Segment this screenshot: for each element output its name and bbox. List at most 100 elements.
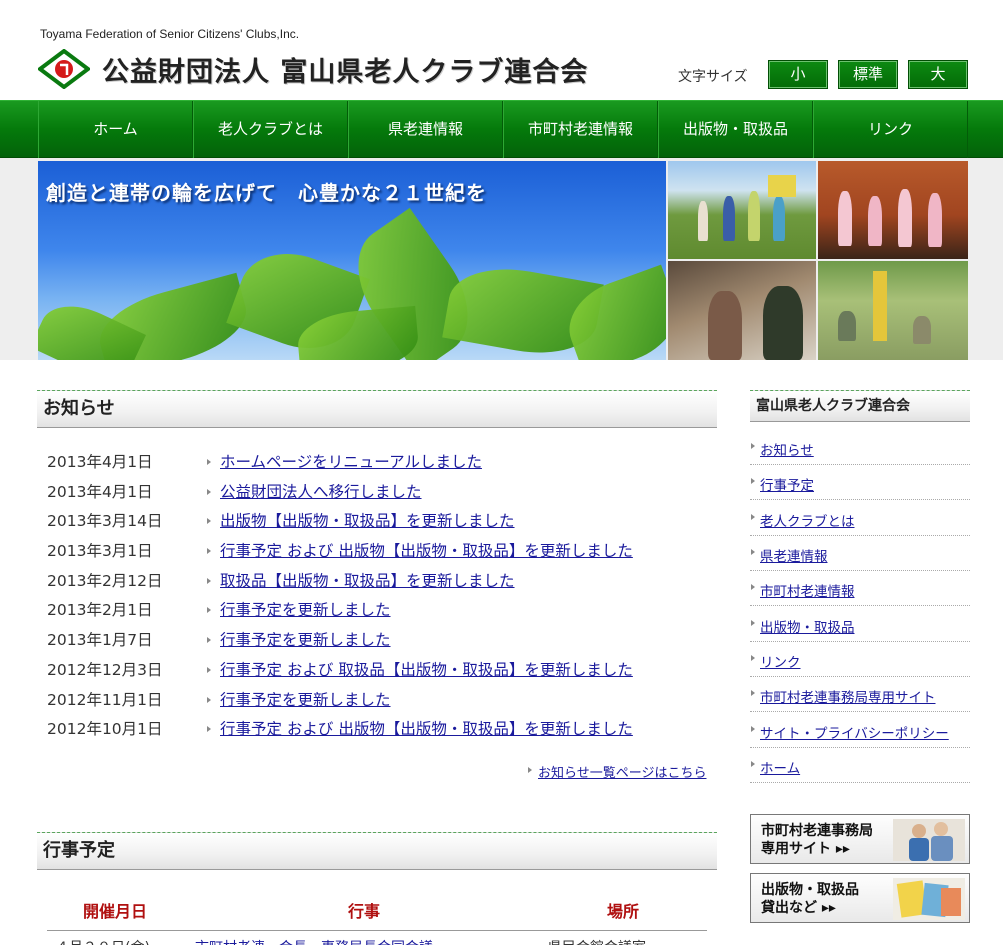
- news-date: 2013年4月1日: [47, 453, 153, 471]
- sidebar-item-privacy-policy[interactable]: サイト・プライバシーポリシー: [750, 713, 970, 748]
- font-size-standard-button[interactable]: 標準: [838, 60, 898, 89]
- green-diamond-logo-icon[interactable]: [36, 48, 92, 90]
- events-header-divider: [47, 930, 707, 931]
- news-date: 2013年1月7日: [47, 631, 153, 649]
- sidebar-item-label[interactable]: 老人クラブとは: [760, 510, 855, 530]
- parade-photo: [668, 161, 816, 259]
- font-size-large-button[interactable]: 大: [908, 60, 968, 89]
- org-name-japanese[interactable]: 公益財団法人 富山県老人クラブ連合会: [102, 50, 588, 89]
- arrow-right-icon: [207, 697, 211, 703]
- arrow-right-icon: [207, 726, 211, 732]
- news-link[interactable]: 公益財団法人へ移行しました: [220, 481, 422, 503]
- arrow-right-icon: [528, 767, 532, 773]
- sidebar-item-label[interactable]: サイト・プライバシーポリシー: [760, 722, 949, 742]
- sidebar-item-label[interactable]: 出版物・取扱品: [760, 616, 855, 636]
- nav-item-municipal-info[interactable]: 市町村老連情報: [503, 101, 658, 159]
- site-header: Toyama Federation of Senior Citizens' Cl…: [0, 0, 1003, 100]
- sidebar-item-prefecture-info[interactable]: 県老連情報: [750, 536, 970, 571]
- arrow-right-icon: [751, 726, 755, 732]
- news-link[interactable]: 行事予定 および 取扱品【出版物・取扱品】を更新しました: [220, 659, 633, 681]
- sidebar-item-label[interactable]: 市町村老連事務局専用サイト: [760, 686, 936, 706]
- nav-item-home[interactable]: ホーム: [38, 101, 193, 159]
- font-size-small-button[interactable]: 小: [768, 60, 828, 89]
- elderly-meeting-photo: [668, 261, 816, 360]
- events-col-date: 開催月日: [83, 902, 148, 921]
- sidebar-item-municipal-info[interactable]: 市町村老連情報: [750, 571, 970, 606]
- arrow-right-icon: [751, 690, 755, 696]
- arrow-right-icon: [751, 620, 755, 626]
- news-date: 2013年4月1日: [47, 483, 153, 501]
- news-link[interactable]: ホームページをリニューアルしました: [220, 451, 482, 473]
- municipal-office-site-banner[interactable]: 市町村老連事務局 専用サイト ▸▸: [750, 814, 970, 864]
- news-date: 2012年10月1日: [47, 720, 163, 738]
- cleanup-activity-photo: [818, 261, 968, 360]
- news-date: 2013年3月14日: [47, 512, 163, 530]
- arrow-right-icon: [751, 584, 755, 590]
- sidebar-item-events[interactable]: 行事予定: [750, 465, 970, 500]
- arrow-right-icon: [207, 637, 211, 643]
- elderly-couple-photo-icon: [893, 819, 965, 861]
- arrow-right-icon: [751, 443, 755, 449]
- dance-photo: [818, 161, 968, 259]
- arrow-right-icon: [207, 518, 211, 524]
- font-size-label: 文字サイズ: [678, 69, 748, 85]
- sidebar-item-home[interactable]: ホーム: [750, 748, 970, 783]
- news-section-title: お知らせ: [37, 390, 717, 428]
- sidebar-item-publications[interactable]: 出版物・取扱品: [750, 607, 970, 642]
- sidebar-item-news[interactable]: お知らせ: [750, 430, 970, 465]
- arrow-right-icon: [207, 607, 211, 613]
- arrow-right-icon: [751, 478, 755, 484]
- hero-banner: 創造と連帯の輪を広げて 心豊かな２１世紀を: [0, 158, 1003, 360]
- nav-item-about[interactable]: 老人クラブとは: [193, 101, 348, 159]
- sidebar-item-label[interactable]: ホーム: [760, 757, 800, 777]
- news-link[interactable]: 行事予定 および 出版物【出版物・取扱品】を更新しました: [220, 540, 633, 562]
- sidebar-item-about[interactable]: 老人クラブとは: [750, 501, 970, 536]
- news-link[interactable]: 取扱品【出版物・取扱品】を更新しました: [220, 570, 515, 592]
- banner-label: 市町村老連事務局 専用サイト ▸▸: [761, 823, 873, 857]
- org-name-english: Toyama Federation of Senior Citizens' Cl…: [40, 27, 300, 41]
- event-date: ４月２０日(金): [55, 937, 150, 945]
- global-nav: ホーム 老人クラブとは 県老連情報 市町村老連情報 出版物・取扱品 リンク: [0, 100, 1003, 159]
- hero-slogan: 創造と連帯の輪を広げて 心豊かな２１世紀を: [46, 181, 487, 205]
- arrow-right-icon: [751, 761, 755, 767]
- events-section-title: 行事予定: [37, 832, 717, 870]
- sidebar-item-label[interactable]: リンク: [760, 651, 801, 671]
- news-link[interactable]: 行事予定を更新しました: [220, 629, 391, 651]
- event-place: 県民会館会議室: [548, 937, 646, 945]
- hero-leaves-image: 創造と連帯の輪を広げて 心豊かな２１世紀を: [38, 161, 666, 360]
- publications-lending-banner[interactable]: 出版物・取扱品 貸出など ▸▸: [750, 873, 970, 923]
- news-link[interactable]: 行事予定 および 出版物【出版物・取扱品】を更新しました: [220, 718, 633, 740]
- news-link[interactable]: 出版物【出版物・取扱品】を更新しました: [220, 510, 515, 532]
- nav-item-prefecture-info[interactable]: 県老連情報: [348, 101, 503, 159]
- events-col-event: 行事: [348, 902, 381, 921]
- news-date: 2013年3月1日: [47, 542, 153, 560]
- news-more-link[interactable]: お知らせ一覧ページはこちら: [538, 762, 706, 781]
- event-link[interactable]: 市町村老連 会長・事務局長合同会議: [195, 937, 433, 945]
- sidebar-item-label[interactable]: お知らせ: [760, 439, 814, 459]
- arrow-right-icon: [751, 514, 755, 520]
- sidebar-item-label[interactable]: 県老連情報: [760, 545, 828, 565]
- news-link[interactable]: 行事予定を更新しました: [220, 599, 391, 621]
- arrow-right-icon: [751, 549, 755, 555]
- banner-label: 出版物・取扱品 貸出など ▸▸: [761, 882, 859, 916]
- arrow-right-icon: [207, 548, 211, 554]
- news-link[interactable]: 行事予定を更新しました: [220, 689, 391, 711]
- news-date: 2013年2月1日: [47, 601, 153, 619]
- publications-photo-icon: [893, 878, 965, 920]
- sidebar-item-municipal-office-site[interactable]: 市町村老連事務局専用サイト: [750, 677, 970, 712]
- arrow-right-icon: [207, 459, 211, 465]
- news-date: 2012年11月1日: [47, 691, 163, 709]
- events-col-place: 場所: [607, 902, 640, 921]
- news-date: 2013年2月12日: [47, 572, 163, 590]
- nav-item-links[interactable]: リンク: [813, 101, 968, 159]
- nav-item-publications[interactable]: 出版物・取扱品: [658, 101, 813, 159]
- sidebar-title: 富山県老人クラブ連合会: [750, 390, 970, 422]
- arrow-right-icon: [207, 578, 211, 584]
- news-date: 2012年12月3日: [47, 661, 163, 679]
- sidebar-item-links[interactable]: リンク: [750, 642, 970, 677]
- sidebar-item-label[interactable]: 行事予定: [760, 474, 814, 494]
- sidebar-item-label[interactable]: 市町村老連情報: [760, 580, 855, 600]
- arrow-right-icon: [751, 655, 755, 661]
- arrow-right-icon: [207, 667, 211, 673]
- arrow-right-icon: [207, 489, 211, 495]
